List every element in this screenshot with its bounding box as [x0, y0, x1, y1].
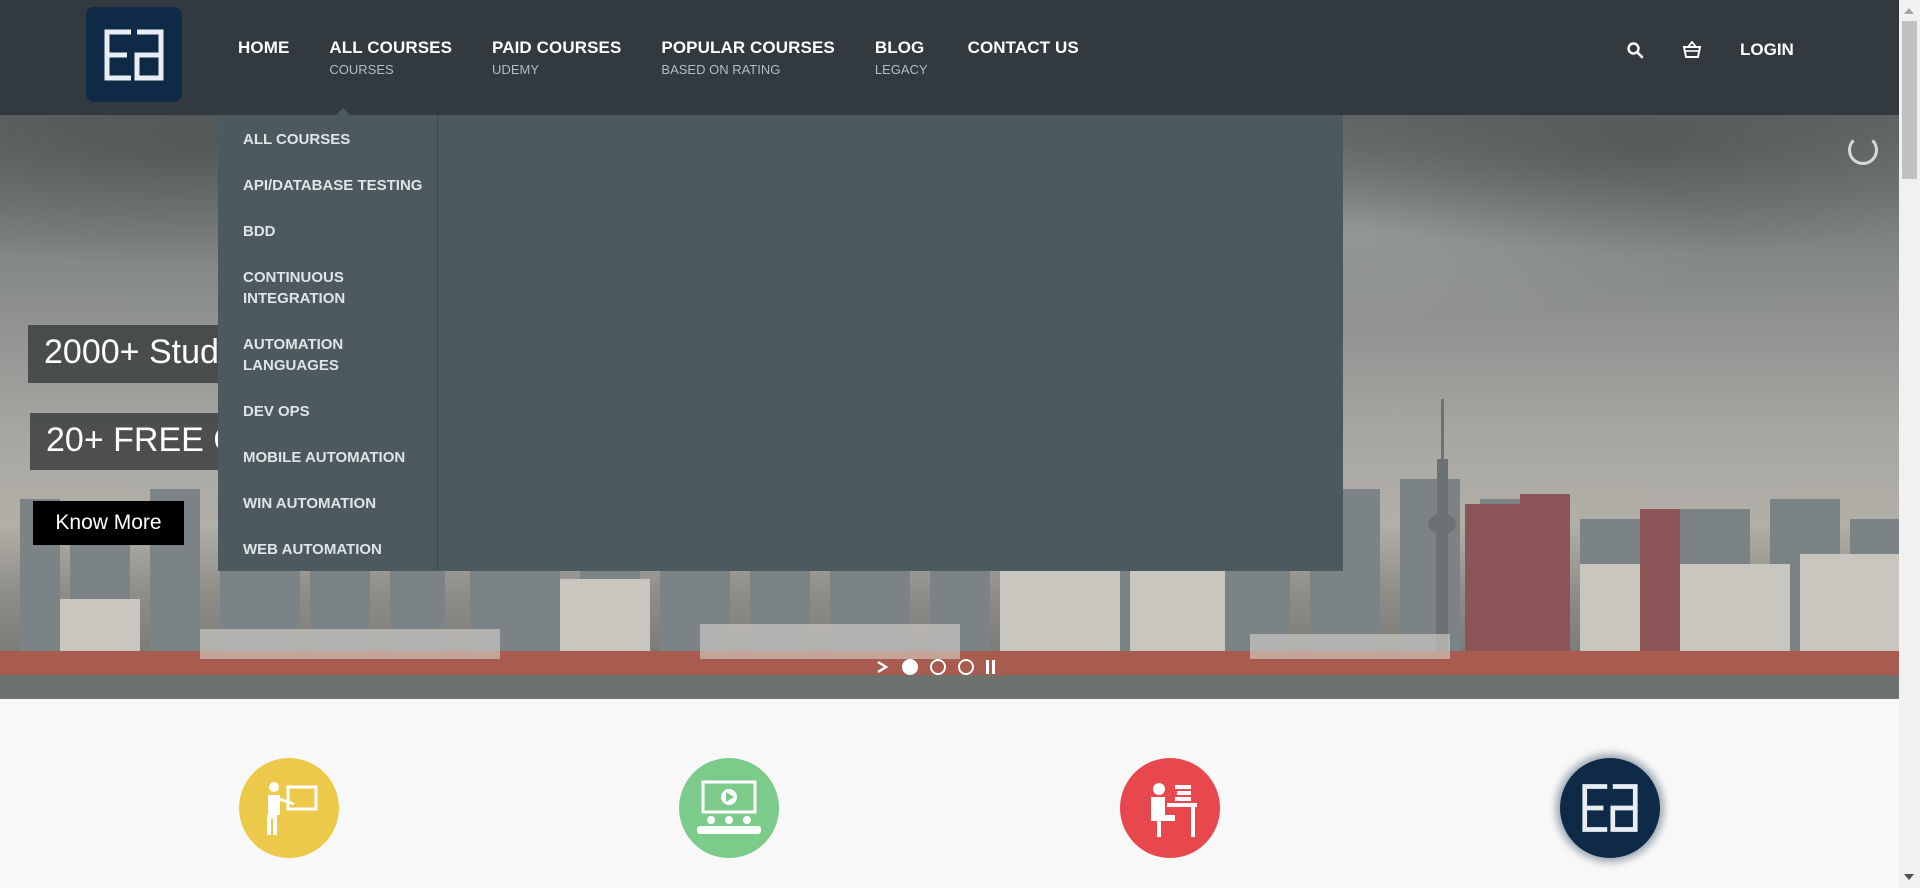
slide-dot-1[interactable] — [902, 659, 918, 675]
nav-contact-us[interactable]: CONTACT US — [968, 38, 1079, 77]
slider-controls — [876, 659, 998, 675]
nav-paid-courses-sublabel: UDEMY — [492, 62, 539, 77]
ea-logo-icon — [1582, 784, 1638, 832]
dropdown-category-list: ALL COURSES API/DATABASE TESTING BDD CON… — [218, 115, 438, 571]
nav-home-label: HOME — [238, 38, 290, 57]
nav-popular-courses-label: POPULAR COURSES — [661, 38, 835, 57]
site-header: HOME ALL COURSES COURSES PAID COURSES UD… — [0, 0, 1899, 115]
teacher-icon — [267, 782, 318, 835]
page-scrollbar[interactable] — [1899, 0, 1920, 888]
nav-paid-courses-label: PAID COURSES — [492, 38, 622, 57]
nav-blog-sublabel: LEGACY — [874, 62, 928, 77]
dropdown-item-continuous-integration[interactable]: CONTINUOUS INTEGRATION — [243, 267, 373, 309]
courses-dropdown-menu: ALL COURSES API/DATABASE TESTING BDD CON… — [218, 108, 1343, 571]
cart-icon — [1682, 41, 1702, 58]
nav-all-courses-sublabel: COURSES — [329, 62, 394, 77]
dropdown-item-mobile-automation[interactable]: MOBILE AUTOMATION — [243, 447, 433, 468]
nav-all-courses[interactable]: ALL COURSES COURSES — [329, 38, 452, 77]
cart-button[interactable] — [1680, 38, 1704, 62]
scroll-up-arrow-icon[interactable] — [1904, 8, 1914, 14]
dropdown-caret — [336, 108, 350, 115]
video-class-icon — [697, 780, 761, 834]
loading-spinner-icon — [1848, 135, 1878, 165]
dropdown-item-web-automation[interactable]: WEB AUTOMATION — [243, 539, 433, 560]
feature-student-desk — [1120, 758, 1220, 858]
student-desk-icon — [1151, 783, 1197, 837]
nav-blog-label: BLOG — [874, 38, 925, 57]
nav-popular-courses-sublabel: BASED ON RATING — [661, 62, 781, 77]
ea-logo-icon — [104, 29, 164, 80]
nav-all-courses-label: ALL COURSES — [329, 38, 453, 57]
know-more-button[interactable]: Know More — [33, 501, 184, 545]
nav-paid-courses[interactable]: PAID COURSES UDEMY — [492, 38, 621, 77]
dropdown-item-all-courses[interactable]: ALL COURSES — [243, 129, 433, 150]
nav-contact-us-label: CONTACT US — [967, 38, 1079, 57]
scrollbar-thumb[interactable] — [1902, 21, 1917, 179]
slide-dot-3[interactable] — [958, 659, 974, 675]
main-nav: HOME ALL COURSES COURSES PAID COURSES UD… — [238, 38, 1119, 77]
dropdown-item-bdd[interactable]: BDD — [243, 221, 433, 242]
dropdown-item-api-database-testing[interactable]: API/DATABASE TESTING — [243, 175, 433, 196]
nav-home[interactable]: HOME — [238, 38, 289, 77]
search-icon — [1627, 42, 1644, 59]
nav-blog[interactable]: BLOG LEGACY — [875, 38, 928, 77]
pause-icon[interactable] — [986, 660, 998, 674]
feature-teacher — [239, 758, 339, 858]
next-slide-arrow-icon[interactable] — [876, 660, 890, 674]
site-logo[interactable] — [86, 7, 182, 102]
hero-headline-2: 20+ FREE C — [30, 413, 223, 470]
dropdown-item-dev-ops[interactable]: DEV OPS — [243, 401, 433, 422]
feature-ea-logo — [1560, 758, 1660, 858]
page: HOME ALL COURSES COURSES PAID COURSES UD… — [0, 0, 1920, 888]
dropdown-item-automation-languages[interactable]: AUTOMATION LANGUAGES — [243, 334, 373, 376]
scroll-down-arrow-icon[interactable] — [1904, 874, 1914, 880]
dropdown-item-win-automation[interactable]: WIN AUTOMATION — [243, 493, 433, 514]
nav-popular-courses[interactable]: POPULAR COURSES BASED ON RATING — [661, 38, 834, 77]
hero-headline-1: 2000+ Stud — [28, 325, 223, 383]
login-link[interactable]: LOGIN — [1740, 40, 1794, 60]
feature-video-class — [679, 758, 779, 858]
search-button[interactable] — [1623, 38, 1647, 62]
slide-dot-2[interactable] — [930, 659, 946, 675]
